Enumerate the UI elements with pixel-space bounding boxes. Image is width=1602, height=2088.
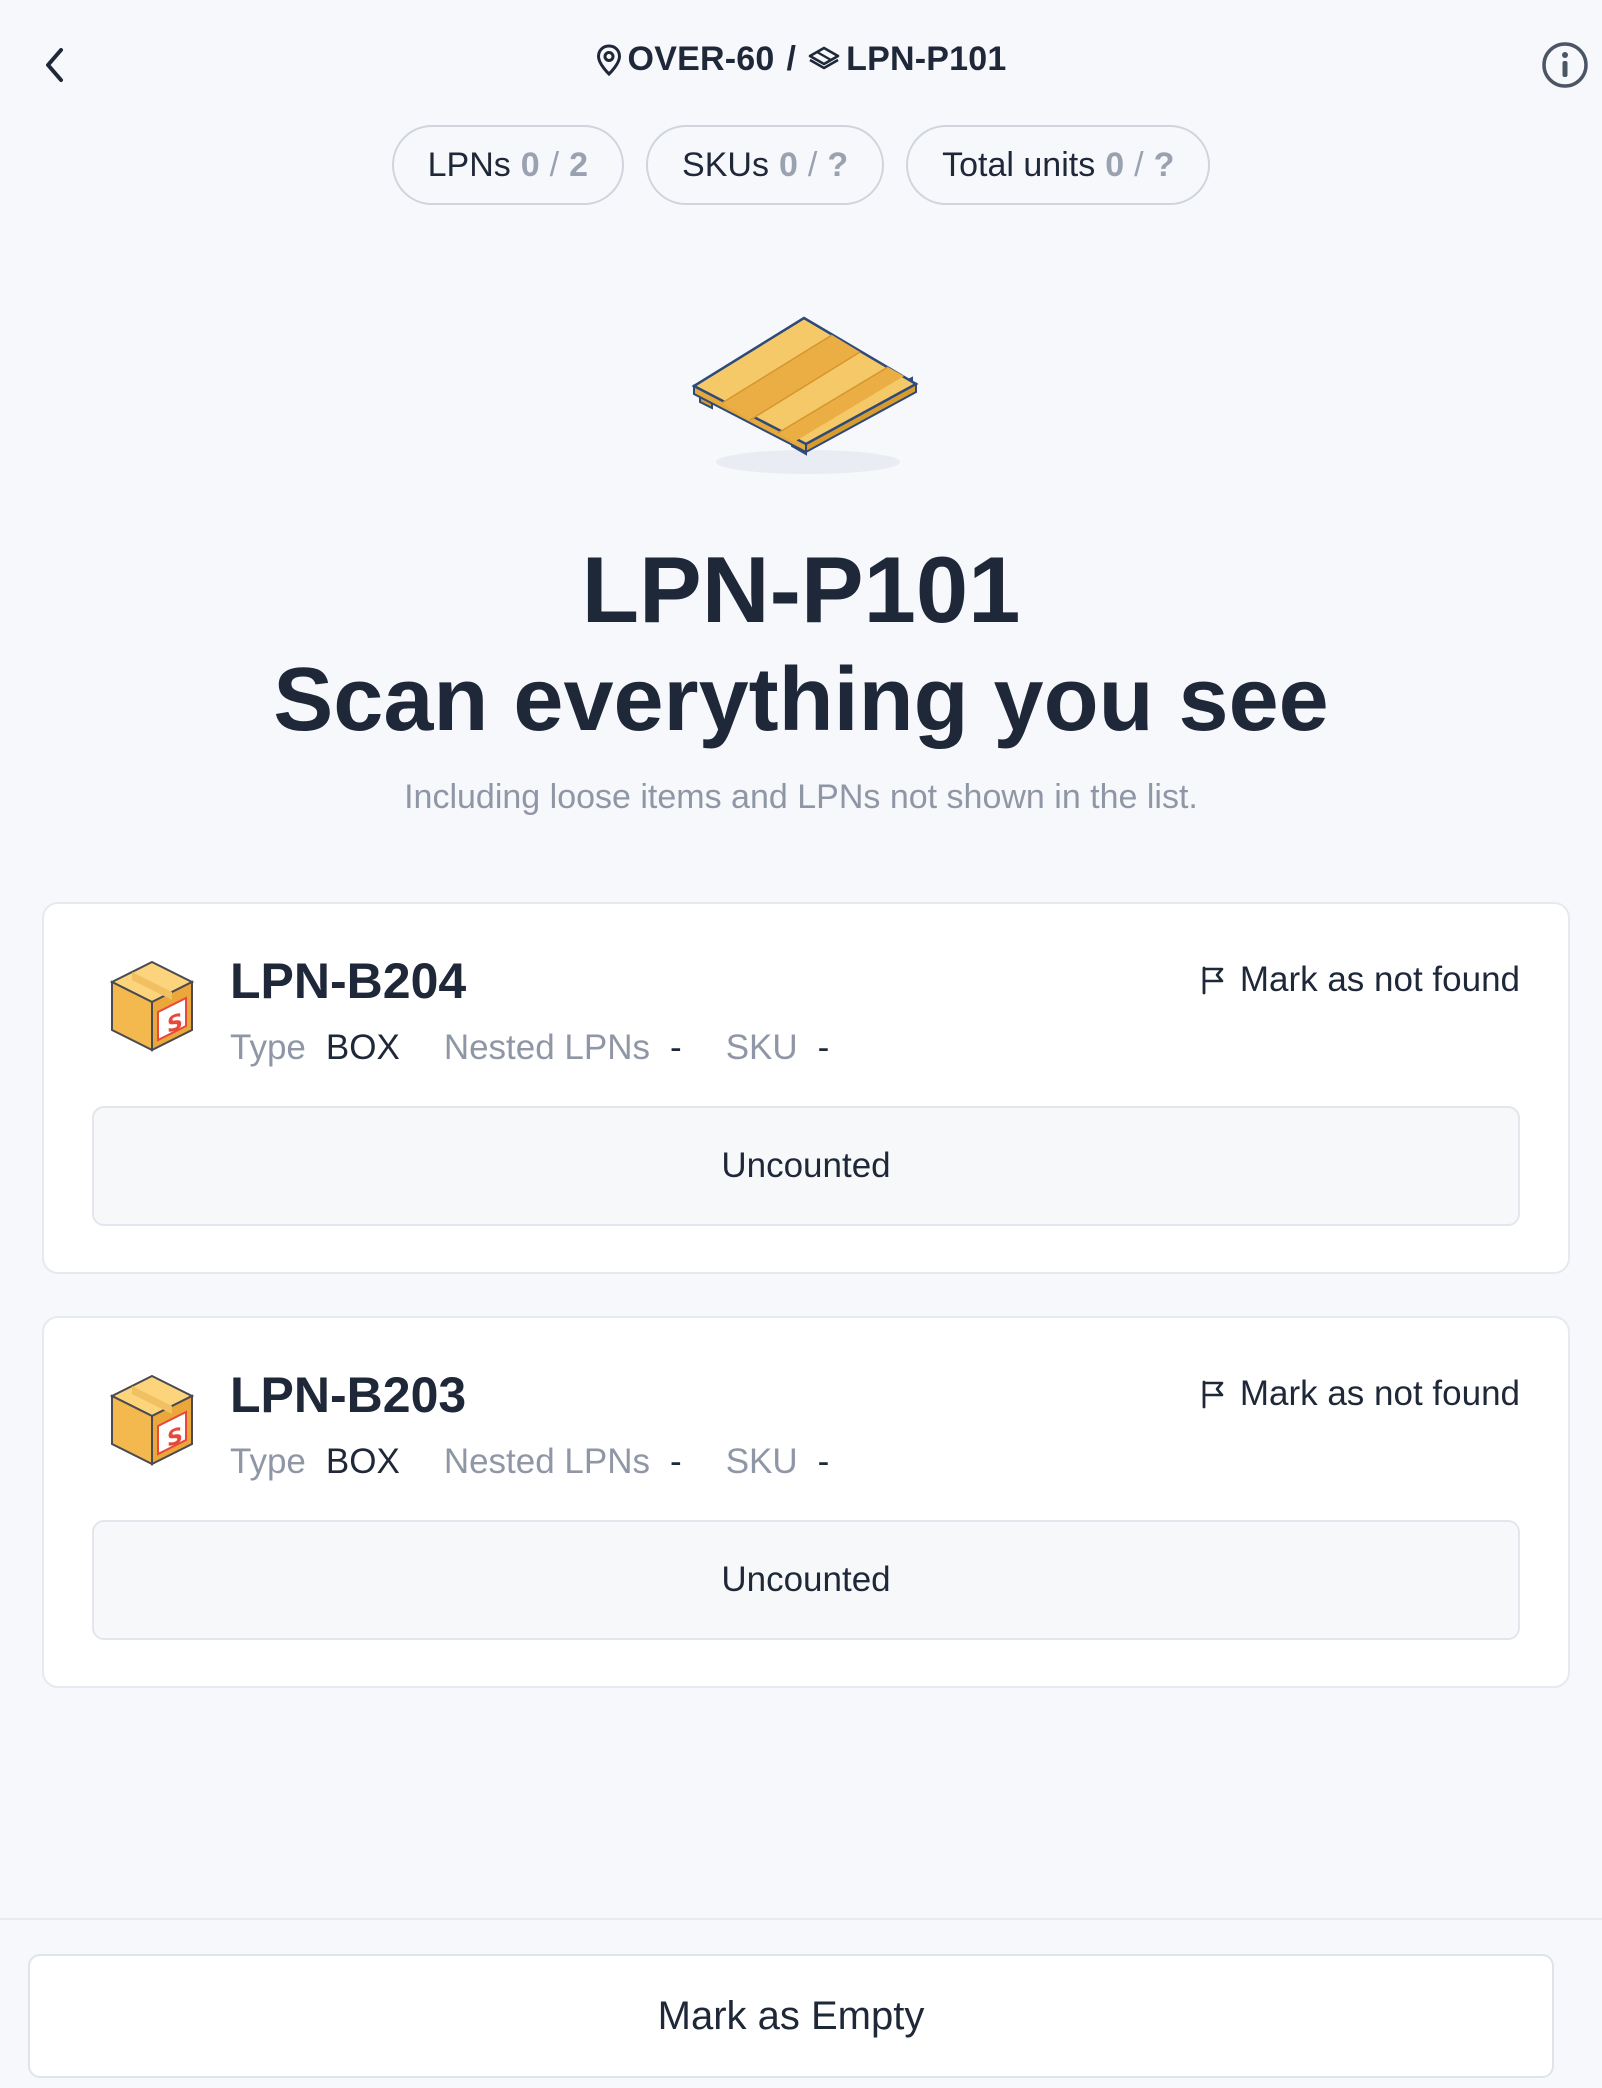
info-button[interactable] [1540, 40, 1590, 90]
flag-icon [1200, 965, 1226, 995]
stat-slash: / [807, 145, 818, 184]
stat-label: LPNs [427, 145, 511, 184]
nested-lpns-value: - [670, 1442, 682, 1481]
nested-lpns-value: - [670, 1028, 682, 1067]
sku-value: - [817, 1028, 830, 1067]
stat-total: ? [827, 145, 849, 184]
type-label: Type [230, 1442, 306, 1481]
uncounted-button[interactable]: Uncounted [92, 1520, 1520, 1640]
sku-label: SKU [725, 1028, 798, 1067]
scan-heading: Scan everything you see [273, 650, 1329, 750]
type-value: BOX [325, 1442, 400, 1481]
svg-text:S: S [167, 1008, 183, 1038]
page-title: LPN-P101 [581, 537, 1021, 642]
breadcrumb-location: OVER-60 [627, 40, 775, 78]
box-icon: S [109, 1374, 195, 1466]
sku-value: - [817, 1442, 830, 1481]
pallet-illustration [691, 316, 919, 474]
location-pin-icon [596, 43, 622, 76]
scan-subtitle: Including loose items and LPNs not shown… [404, 778, 1198, 816]
mark-not-found-label: Mark as not found [1239, 1374, 1520, 1413]
uncounted-button[interactable]: Uncounted [92, 1106, 1520, 1226]
stat-chip-total-units[interactable]: Total units 0 / ? [906, 125, 1211, 205]
breadcrumb-lpn: LPN-P101 [846, 40, 1007, 78]
lpn-meta: Type BOX Nested LPNs - SKU - [230, 1028, 873, 1068]
stat-chip-lpns[interactable]: LPNs 0 / 2 [391, 125, 625, 205]
svg-text:S: S [167, 1422, 183, 1452]
nested-lpns-label: Nested LPNs [443, 1442, 651, 1481]
type-value: BOX [325, 1028, 400, 1067]
mark-not-found-button[interactable]: Mark as not found [1200, 1374, 1520, 1414]
pallet-icon [808, 45, 840, 75]
stat-count: 0 [778, 145, 798, 184]
header: OVER-60 / LPN-P101 [0, 0, 1602, 130]
flag-icon [1200, 1379, 1226, 1409]
type-label: Type [230, 1028, 306, 1067]
mark-not-found-label: Mark as not found [1239, 960, 1520, 999]
sku-label: SKU [725, 1442, 798, 1481]
footer: Mark as Empty [0, 1918, 1602, 2088]
lpn-meta: Type BOX Nested LPNs - SKU - [230, 1442, 873, 1482]
breadcrumb: OVER-60 / LPN-P101 [0, 40, 1602, 79]
stat-label: Total units [942, 145, 1096, 184]
stat-count: 0 [1105, 145, 1125, 184]
lpn-id: LPN-B204 [230, 953, 467, 1009]
box-icon: S [109, 960, 195, 1052]
mark-as-empty-button[interactable]: Mark as Empty [28, 1954, 1554, 2078]
stat-slash: / [1134, 145, 1144, 184]
mark-not-found-button[interactable]: Mark as not found [1200, 960, 1520, 1000]
stat-count: 0 [520, 145, 540, 184]
stats-bar: LPNs 0 / 2 SKUs 0 / ? Total units 0 / ? [0, 125, 1602, 205]
lpn-scan-screen: OVER-60 / LPN-P101 LPNs 0 / 2 SKUs 0 / ?… [0, 0, 1602, 2088]
stat-total: 2 [569, 145, 589, 184]
stat-chip-skus[interactable]: SKUs 0 / ? [646, 125, 885, 205]
info-icon [1542, 42, 1588, 88]
lpn-card: S LPN-B203 Type BOX Nested LPNs - SKU - … [42, 1316, 1570, 1688]
stat-total: ? [1153, 145, 1175, 184]
lpn-id: LPN-B203 [230, 1367, 467, 1423]
stat-label: SKUs [682, 145, 769, 184]
nested-lpns-label: Nested LPNs [443, 1028, 651, 1067]
lpn-card: S LPN-B204 Type BOX Nested LPNs - SKU - … [42, 902, 1570, 1274]
stat-slash: / [549, 145, 560, 184]
breadcrumb-separator: / [786, 40, 797, 78]
